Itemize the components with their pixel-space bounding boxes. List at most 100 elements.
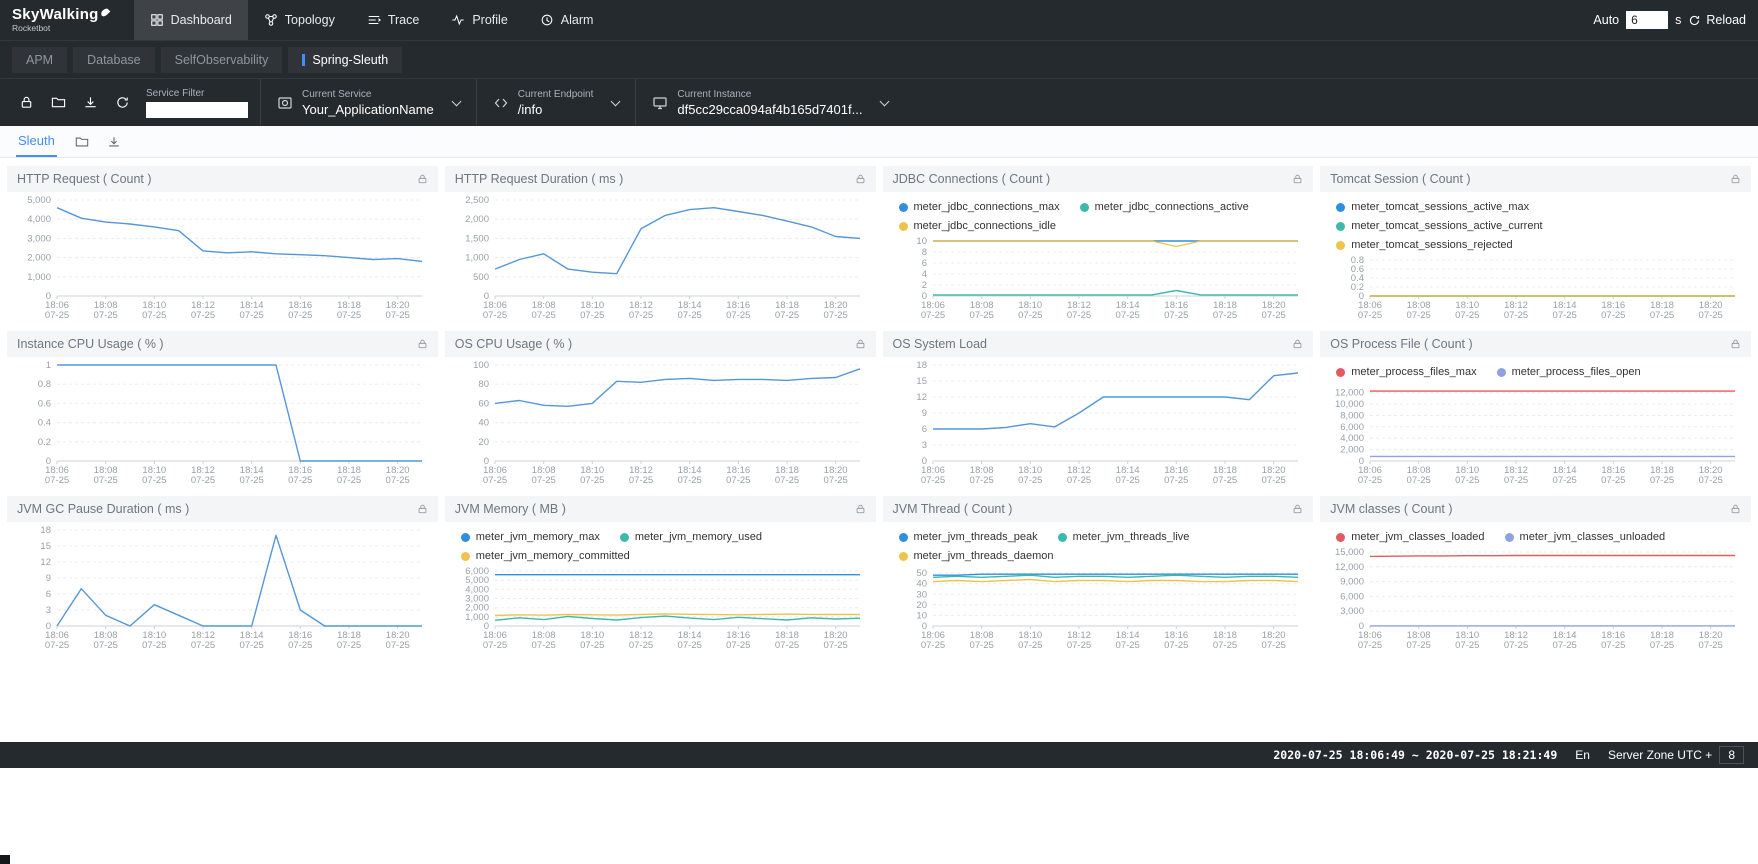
lock-icon[interactable] (1292, 503, 1303, 515)
lock-icon[interactable] (855, 338, 866, 350)
lock-icon[interactable] (417, 503, 428, 515)
panel-body: meter_jdbc_connections_max meter_jdbc_con… (883, 192, 1314, 324)
legend-item[interactable]: meter_jvm_classes_unloaded (1505, 529, 1666, 546)
lock-icon[interactable] (1730, 173, 1741, 185)
folder-icon[interactable] (75, 135, 89, 149)
svg-text:07-25: 07-25 (1358, 475, 1382, 486)
legend-item[interactable]: meter_jvm_threads_daemon (899, 548, 1054, 565)
chart-plot[interactable]: 02,0004,0006,0008,00010,00012,00018:0607… (1324, 381, 1747, 487)
chevron-down-icon (451, 96, 461, 106)
svg-text:4,000: 4,000 (27, 214, 51, 225)
chart-panel: OS System Load 036912151818:0607-2518:08… (883, 331, 1314, 489)
chart-plot[interactable]: 00.20.40.60.8118:0607-2518:0807-2518:100… (11, 359, 434, 487)
legend-item[interactable]: meter_jvm_memory_used (620, 529, 762, 546)
legend-label: meter_tomcat_sessions_rejected (1351, 237, 1512, 254)
svg-text:07-25: 07-25 (823, 310, 847, 321)
chart-plot[interactable]: 00.20.40.60.818:0607-2518:0807-2518:1007… (1324, 254, 1747, 322)
legend-item[interactable]: meter_jvm_memory_max (461, 529, 600, 546)
chart-plot[interactable]: 036912151818:0607-2518:0807-2518:1007-25… (11, 524, 434, 652)
svg-text:07-25: 07-25 (1164, 640, 1188, 651)
nav-item-trace[interactable]: Trace (351, 0, 436, 40)
legend-item[interactable]: meter_jdbc_connections_active (1080, 199, 1249, 216)
server-zone-value[interactable]: 8 (1719, 746, 1744, 764)
panel-header: HTTP Request ( Count ) (7, 166, 438, 192)
top-navbar: SkyWalking Rocketbot Dashboard Topology … (0, 0, 1758, 40)
legend-item[interactable]: meter_jdbc_connections_max (899, 199, 1060, 216)
panel-title: OS System Load (893, 337, 988, 351)
chart-plot[interactable]: 05001,0001,5002,0002,50018:0607-2518:080… (449, 194, 872, 322)
svg-text:07-25: 07-25 (677, 310, 701, 321)
auto-interval-input[interactable] (1626, 11, 1668, 29)
svg-text:07-25: 07-25 (1066, 640, 1090, 651)
lock-icon[interactable] (10, 95, 42, 110)
chart-plot[interactable]: 03,0006,0009,00012,00015,00018:0607-2518… (1324, 546, 1747, 652)
chart-plot[interactable]: 0102030405018:0607-2518:0807-2518:1007-2… (887, 565, 1310, 652)
legend-item[interactable]: meter_jvm_threads_live (1058, 529, 1190, 546)
legend-item[interactable]: meter_jvm_memory_committed (461, 548, 630, 565)
lock-icon[interactable] (417, 173, 428, 185)
auto-reload-controls: Auto s Reload (1593, 11, 1746, 29)
legend-item[interactable]: meter_tomcat_sessions_rejected (1336, 237, 1512, 254)
service-filter: Service Filter (146, 88, 248, 118)
legend-item[interactable]: meter_jvm_threads_peak (899, 529, 1038, 546)
lock-icon[interactable] (1292, 338, 1303, 350)
refresh-icon[interactable] (106, 95, 138, 110)
language-selector[interactable]: En (1575, 748, 1590, 762)
legend-item[interactable]: meter_tomcat_sessions_active_current (1336, 218, 1542, 235)
tab-sleuth[interactable]: Sleuth (16, 126, 57, 157)
service-filter-input[interactable] (146, 102, 248, 118)
chart-plot[interactable]: 01,0002,0003,0004,0005,0006,00018:0607-2… (449, 565, 872, 652)
lock-icon[interactable] (417, 338, 428, 350)
legend-item[interactable]: meter_jvm_classes_loaded (1336, 529, 1484, 546)
nav-item-profile[interactable]: Profile (435, 0, 523, 40)
folder-icon[interactable] (42, 95, 74, 110)
chart-plot[interactable]: 02040608010018:0607-2518:0807-2518:1007-… (449, 359, 872, 487)
current-endpoint-selector[interactable]: Current Endpoint /info (476, 79, 636, 126)
line-chart-svg: 024681018:0607-2518:0807-2518:1007-2518:… (887, 235, 1310, 322)
svg-text:07-25: 07-25 (775, 310, 799, 321)
tab-database[interactable]: Database (73, 47, 155, 73)
lock-icon[interactable] (855, 503, 866, 515)
reload-button[interactable]: Reload (1688, 13, 1746, 27)
alarm-icon (540, 13, 554, 27)
chart-panel: Instance CPU Usage ( % ) 00.20.40.60.811… (7, 331, 438, 489)
legend-dot-icon (620, 533, 629, 542)
legend-item[interactable]: meter_process_files_max (1336, 364, 1476, 381)
line-chart-svg: 05001,0001,5002,0002,50018:0607-2518:080… (449, 194, 872, 322)
svg-text:07-25: 07-25 (1553, 640, 1577, 651)
legend-item[interactable]: meter_tomcat_sessions_active_max (1336, 199, 1529, 216)
current-instance-selector[interactable]: Current Instance df5cc29cca094af4b165d74… (635, 79, 904, 126)
legend-item[interactable]: meter_jdbc_connections_idle (899, 218, 1056, 235)
svg-text:07-25: 07-25 (240, 475, 264, 486)
tab-apm[interactable]: APM (12, 47, 67, 73)
svg-text:9: 9 (921, 408, 926, 419)
svg-text:07-25: 07-25 (240, 640, 264, 651)
svg-text:07-25: 07-25 (1699, 640, 1723, 651)
lock-icon[interactable] (855, 173, 866, 185)
nav-item-topology[interactable]: Topology (248, 0, 351, 40)
svg-text:07-25: 07-25 (142, 475, 166, 486)
toolbar: Service Filter Current Service Your_Appl… (0, 78, 1758, 126)
nav-item-dashboard[interactable]: Dashboard (134, 0, 248, 40)
svg-text:07-25: 07-25 (45, 640, 69, 651)
tab-spring-sleuth[interactable]: Spring-Sleuth (288, 47, 402, 73)
current-service-selector[interactable]: Current Service Your_ApplicationName (260, 79, 476, 126)
legend-label: meter_jvm_memory_max (476, 529, 600, 546)
lock-icon[interactable] (1292, 173, 1303, 185)
lock-icon[interactable] (1730, 503, 1741, 515)
nav-item-alarm[interactable]: Alarm (524, 0, 610, 40)
download-icon[interactable] (107, 135, 121, 149)
chart-plot[interactable]: 036912151818:0607-2518:0807-2518:1007-25… (887, 359, 1310, 487)
svg-text:07-25: 07-25 (45, 475, 69, 486)
app-logo[interactable]: SkyWalking Rocketbot (12, 7, 108, 34)
legend-item[interactable]: meter_process_files_open (1497, 364, 1641, 381)
line-chart-svg: 02,0004,0006,0008,00010,00012,00018:0607… (1324, 381, 1747, 487)
lock-icon[interactable] (1730, 338, 1741, 350)
legend-dot-icon (1058, 533, 1067, 542)
chart-plot[interactable]: 01,0002,0003,0004,0005,00018:0607-2518:0… (11, 194, 434, 322)
auto-label: Auto (1593, 13, 1619, 27)
tab-selfobservability[interactable]: SelfObservability (161, 47, 283, 73)
download-icon[interactable] (74, 95, 106, 110)
time-range[interactable]: 2020-07-25 18:06:49 ~ 2020-07-25 18:21:4… (1273, 748, 1557, 762)
chart-plot[interactable]: 024681018:0607-2518:0807-2518:1007-2518:… (887, 235, 1310, 322)
